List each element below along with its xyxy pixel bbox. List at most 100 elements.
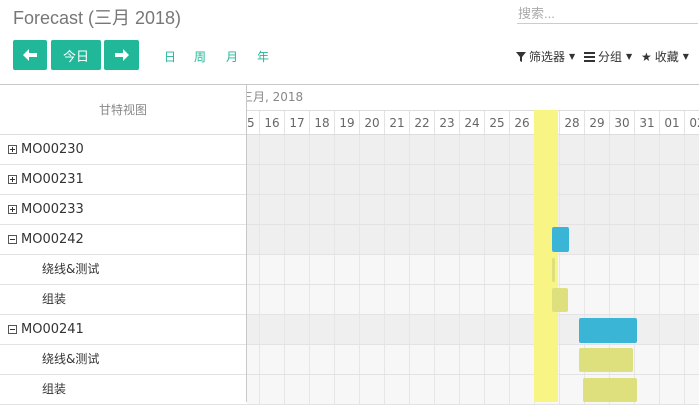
- gantt-cell: [610, 165, 635, 194]
- gantt-task-row[interactable]: 绕线&测试: [0, 255, 699, 285]
- gantt-cell: [285, 315, 310, 344]
- gantt-row-text: MO00241: [21, 322, 84, 337]
- gantt-row-label: 绕线&测试: [42, 345, 99, 374]
- gantt-cell: [285, 225, 310, 254]
- gantt-bar-mo00242[interactable]: [552, 227, 569, 252]
- gantt-cell: [610, 135, 635, 164]
- filter-icon: [516, 51, 526, 62]
- gantt-cell: [385, 225, 410, 254]
- gantt-bar-mo00242-assembly[interactable]: [552, 288, 568, 312]
- gantt-task-row[interactable]: 组装: [0, 285, 699, 315]
- gantt-cell: [410, 345, 435, 374]
- gantt-row-text: 绕线&测试: [42, 262, 100, 276]
- page-title: Forecast (三月 2018): [13, 8, 182, 28]
- gantt-cell: [310, 195, 335, 224]
- gantt-cell: [335, 195, 360, 224]
- gantt-cell: [685, 195, 699, 224]
- gantt-cell: [247, 225, 260, 254]
- gantt-cell: [335, 135, 360, 164]
- gantt-group-row[interactable]: MO00231: [0, 165, 699, 195]
- star-icon: ★: [641, 49, 652, 64]
- favorites-dropdown[interactable]: ★ 收藏 ▼: [641, 48, 689, 65]
- gantt-cell: [385, 135, 410, 164]
- gantt-cell: [610, 195, 635, 224]
- gantt-cell: [435, 135, 460, 164]
- gantt-cell: [585, 255, 610, 284]
- gantt-cell: [410, 165, 435, 194]
- gantt-cell: [610, 255, 635, 284]
- gantt-row-cells: [247, 255, 699, 284]
- filter-dropdown[interactable]: 筛选器 ▼: [516, 48, 575, 65]
- gantt-cell: [660, 315, 685, 344]
- gantt-bar-mo00241-assembly[interactable]: [583, 378, 637, 402]
- gantt-divider: [246, 85, 247, 402]
- gantt-cell: [285, 195, 310, 224]
- gantt-group-row[interactable]: MO00230: [0, 135, 699, 165]
- gantt-cell: [485, 195, 510, 224]
- scale-day[interactable]: 日: [164, 48, 176, 65]
- prev-button[interactable]: [13, 40, 47, 70]
- today-highlight: [534, 110, 558, 402]
- gantt-cell: [435, 315, 460, 344]
- gantt-cell: [660, 255, 685, 284]
- gantt-cell: [685, 345, 699, 374]
- gantt-cell: [685, 315, 699, 344]
- gantt-cell: [460, 285, 485, 314]
- gantt-day-11: 26: [510, 111, 535, 134]
- scale-week[interactable]: 周: [194, 48, 206, 65]
- scale-year[interactable]: 年: [257, 48, 269, 65]
- today-button[interactable]: 今日: [51, 40, 101, 70]
- gantt-bar-mo00241-winding[interactable]: [579, 348, 633, 372]
- collapse-icon[interactable]: [8, 325, 17, 334]
- gantt-cell: [460, 375, 485, 404]
- gantt-day-13: 28: [560, 111, 585, 134]
- scale-month[interactable]: 月: [226, 48, 238, 65]
- gantt-cell: [460, 255, 485, 284]
- gantt-cell: [360, 285, 385, 314]
- gantt-cell: [635, 225, 660, 254]
- gantt-cell: [485, 135, 510, 164]
- gantt-cell: [410, 135, 435, 164]
- gantt-cell: [285, 345, 310, 374]
- gantt-cell: [260, 135, 285, 164]
- gantt-bar-mo00242-winding[interactable]: [552, 258, 555, 282]
- gantt-cell: [335, 225, 360, 254]
- gantt-cell: [385, 255, 410, 284]
- gantt-cell: [385, 195, 410, 224]
- gantt-cell: [285, 285, 310, 314]
- gantt-cell: [435, 285, 460, 314]
- gantt-cell: [360, 135, 385, 164]
- gantt-cell: [460, 345, 485, 374]
- expand-icon[interactable]: [8, 205, 17, 214]
- gantt-cell: [635, 285, 660, 314]
- gantt-bar-mo00241[interactable]: [579, 318, 637, 343]
- gantt-row-text: MO00231: [21, 172, 84, 187]
- gantt-cell: [460, 315, 485, 344]
- gantt-cell: [685, 375, 699, 404]
- group-dropdown[interactable]: 分组 ▼: [584, 48, 632, 65]
- gantt-cell: [385, 375, 410, 404]
- gantt-cell: [385, 345, 410, 374]
- gantt-cell: [510, 135, 535, 164]
- expand-icon[interactable]: [8, 175, 17, 184]
- gantt-cell: [685, 225, 699, 254]
- gantt-day-0: 25: [247, 111, 260, 134]
- gantt-group-row[interactable]: MO00233: [0, 195, 699, 225]
- gantt-cell: [247, 165, 260, 194]
- gantt-row-label: MO00230: [8, 135, 84, 164]
- expand-icon[interactable]: [8, 145, 17, 154]
- gantt-row-label: MO00242: [8, 225, 84, 254]
- gantt-cell: [560, 195, 585, 224]
- next-button[interactable]: [104, 40, 139, 70]
- gantt-row-cells: [247, 135, 699, 164]
- gantt-cell: [660, 285, 685, 314]
- gantt-cell: [585, 135, 610, 164]
- gantt-cell: [585, 165, 610, 194]
- collapse-icon[interactable]: [8, 235, 17, 244]
- gantt-day-17: 01: [660, 111, 685, 134]
- caret-down-icon: ▼: [626, 52, 633, 61]
- gantt-group-row[interactable]: MO00242: [0, 225, 699, 255]
- list-icon: [584, 51, 595, 62]
- search-input[interactable]: [517, 3, 698, 24]
- gantt-cell: [247, 315, 260, 344]
